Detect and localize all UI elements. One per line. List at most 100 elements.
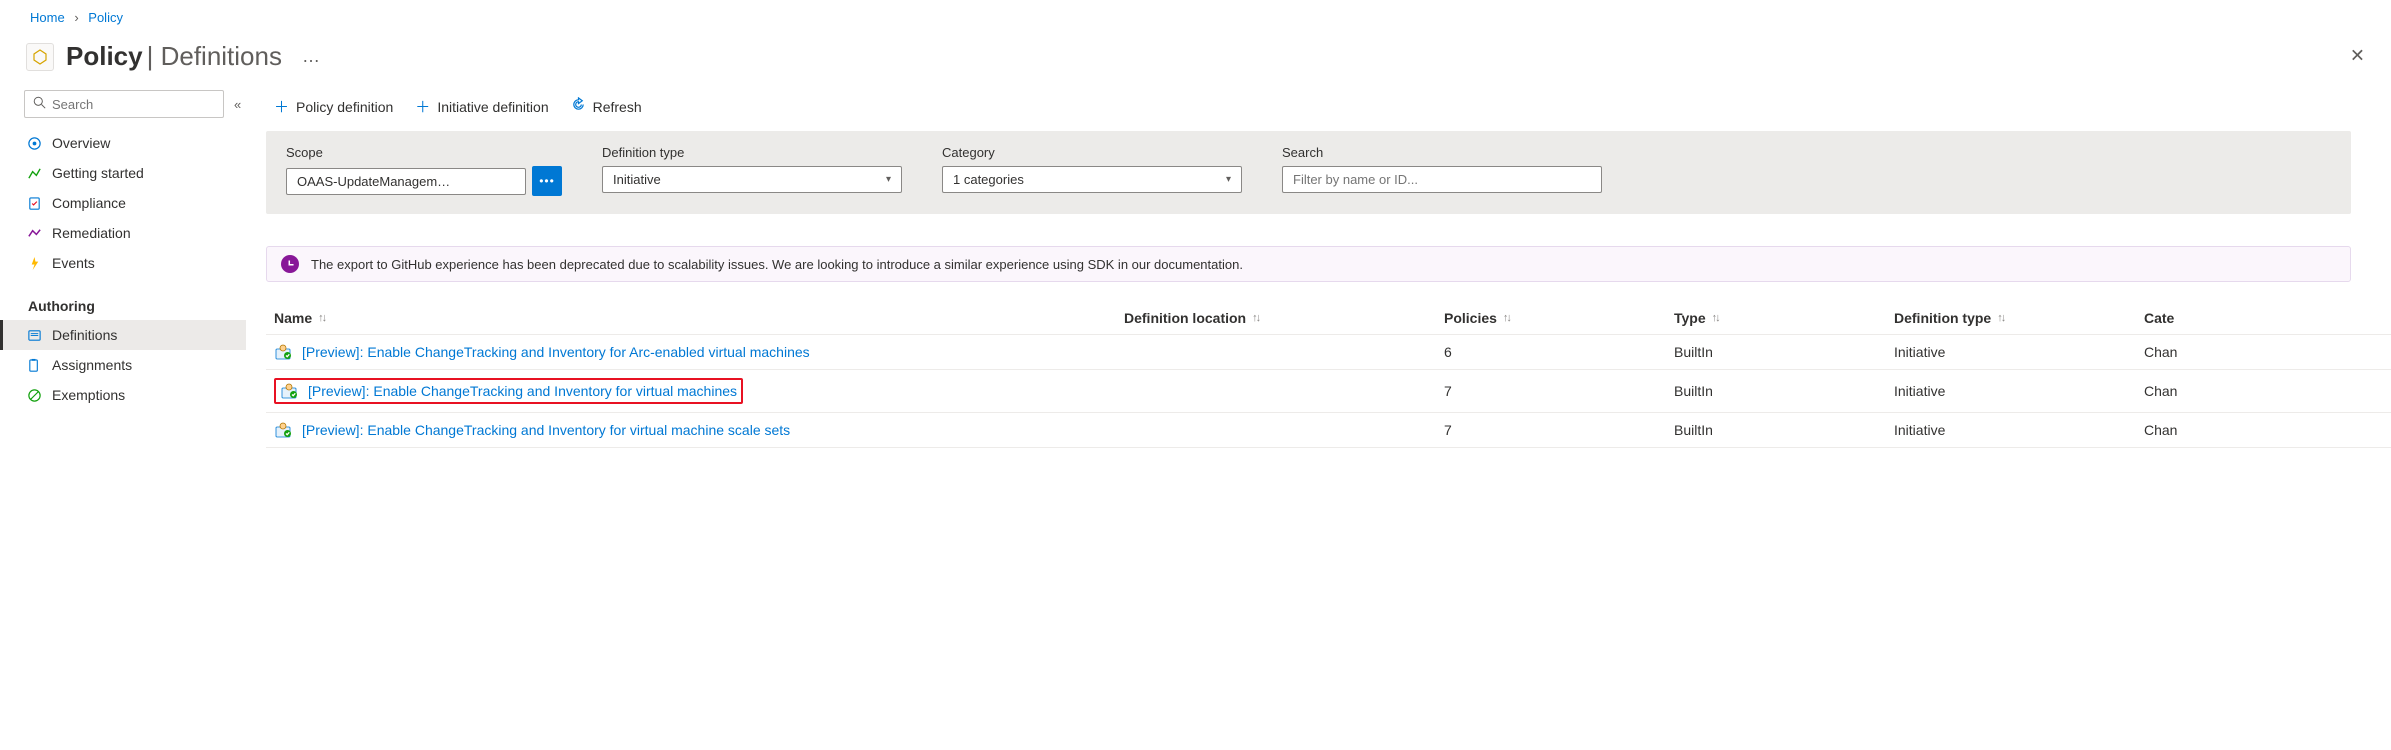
- cell-type: BuiltIn: [1674, 422, 1894, 438]
- scope-value[interactable]: OAAS-UpdateManagem…: [286, 168, 526, 195]
- cell-type: BuiltIn: [1674, 344, 1894, 360]
- events-icon: [26, 255, 42, 271]
- definition-type-dropdown[interactable]: Initiative ▾: [602, 166, 902, 193]
- cell-type: BuiltIn: [1674, 383, 1894, 399]
- content-area: ＋ Policy definition ＋ Initiative definit…: [246, 86, 2391, 448]
- toolbar-label: Policy definition: [296, 99, 393, 115]
- cell-policies: 6: [1444, 344, 1674, 360]
- grid-header: Name↑↓ Definition location↑↓ Policies↑↓ …: [266, 302, 2391, 335]
- policy-icon: [26, 43, 54, 71]
- sidebar-item-compliance[interactable]: Compliance: [0, 188, 246, 218]
- sidebar-item-getting-started[interactable]: Getting started: [0, 158, 246, 188]
- sidebar-search[interactable]: [24, 90, 224, 118]
- plus-icon: ＋: [415, 96, 430, 117]
- table-row[interactable]: [Preview]: Enable ChangeTracking and Inv…: [266, 335, 2391, 370]
- sidebar-item-assignments[interactable]: Assignments: [0, 350, 246, 380]
- deprecation-notice: The export to GitHub experience has been…: [266, 246, 2351, 282]
- sidebar-item-label: Events: [52, 255, 95, 271]
- dropdown-value: 1 categories: [953, 172, 1024, 187]
- col-name[interactable]: Name↑↓: [274, 310, 1124, 326]
- page-title: Policy: [66, 41, 143, 72]
- sidebar-item-label: Getting started: [52, 165, 144, 181]
- filter-bar: Scope OAAS-UpdateManagem… ••• Definition…: [266, 131, 2351, 214]
- sort-icon: ↑↓: [1503, 312, 1510, 324]
- sidebar-item-definitions[interactable]: Definitions: [0, 320, 246, 350]
- cell-category: Chan: [2144, 422, 2304, 438]
- toolbar-label: Refresh: [593, 99, 642, 115]
- sidebar-item-exemptions[interactable]: Exemptions: [0, 380, 246, 410]
- breadcrumb-policy[interactable]: Policy: [88, 10, 123, 25]
- toolbar-label: Initiative definition: [437, 99, 548, 115]
- sidebar-item-label: Compliance: [52, 195, 126, 211]
- getting-started-icon: [26, 165, 42, 181]
- table-row[interactable]: [Preview]: Enable ChangeTracking and Inv…: [266, 413, 2391, 448]
- info-icon: [281, 255, 299, 273]
- definitions-grid: Name↑↓ Definition location↑↓ Policies↑↓ …: [266, 302, 2391, 448]
- refresh-button[interactable]: Refresh: [571, 97, 642, 116]
- search-label: Search: [1282, 145, 1602, 160]
- initiative-icon: [274, 343, 292, 361]
- sidebar-item-events[interactable]: Events: [0, 248, 246, 278]
- sidebar-search-input[interactable]: [52, 97, 215, 112]
- chevron-down-icon: ▾: [1226, 174, 1231, 185]
- definitions-icon: [26, 327, 42, 343]
- sidebar-item-label: Remediation: [52, 225, 131, 241]
- remediation-icon: [26, 225, 42, 241]
- add-policy-definition[interactable]: ＋ Policy definition: [274, 96, 393, 117]
- exemptions-icon: [26, 387, 42, 403]
- sort-icon: ↑↓: [318, 312, 325, 324]
- overview-icon: [26, 135, 42, 151]
- sidebar-collapse[interactable]: «: [230, 93, 245, 116]
- plus-icon: ＋: [274, 96, 289, 117]
- cell-category: Chan: [2144, 344, 2304, 360]
- close-button[interactable]: ✕: [2350, 45, 2365, 66]
- deftype-label: Definition type: [602, 145, 902, 160]
- add-initiative-definition[interactable]: ＋ Initiative definition: [415, 96, 548, 117]
- cell-definition-type: Initiative: [1894, 383, 2144, 399]
- col-category[interactable]: Cate: [2144, 310, 2304, 326]
- col-definition-location[interactable]: Definition location↑↓: [1124, 310, 1444, 326]
- cell-policies: 7: [1444, 383, 1674, 399]
- breadcrumb-home[interactable]: Home: [30, 10, 65, 25]
- breadcrumb-sep: ›: [74, 10, 78, 25]
- ellipsis-icon: •••: [539, 175, 555, 187]
- refresh-icon: [571, 97, 586, 116]
- sort-icon: ↑↓: [1712, 312, 1719, 324]
- compliance-icon: [26, 195, 42, 211]
- sort-icon: ↑↓: [1997, 312, 2004, 324]
- dropdown-value: Initiative: [613, 172, 661, 187]
- sidebar-section-authoring: Authoring: [0, 278, 246, 320]
- category-dropdown[interactable]: 1 categories ▾: [942, 166, 1242, 193]
- category-label: Category: [942, 145, 1242, 160]
- sidebar: « Overview Getting started Compliance Re…: [0, 86, 246, 448]
- page-subtitle: | Definitions: [147, 41, 282, 72]
- page-header: Policy | Definitions … ✕: [0, 25, 2391, 86]
- search-icon: [33, 96, 46, 112]
- col-type[interactable]: Type↑↓: [1674, 310, 1894, 326]
- scope-label: Scope: [286, 145, 562, 160]
- sidebar-item-label: Overview: [52, 135, 110, 151]
- table-row[interactable]: [Preview]: Enable ChangeTracking and Inv…: [266, 370, 2391, 413]
- cell-policies: 7: [1444, 422, 1674, 438]
- col-definition-type[interactable]: Definition type↑↓: [1894, 310, 2144, 326]
- scope-picker-button[interactable]: •••: [532, 166, 562, 196]
- more-actions[interactable]: …: [302, 46, 322, 67]
- sort-icon: ↑↓: [1252, 312, 1259, 324]
- cell-category: Chan: [2144, 383, 2304, 399]
- notice-text: The export to GitHub experience has been…: [311, 257, 1243, 272]
- definition-link[interactable]: [Preview]: Enable ChangeTracking and Inv…: [302, 422, 790, 438]
- cell-definition-type: Initiative: [1894, 422, 2144, 438]
- col-policies[interactable]: Policies↑↓: [1444, 310, 1674, 326]
- filter-search-input[interactable]: [1282, 166, 1602, 193]
- sidebar-item-overview[interactable]: Overview: [0, 128, 246, 158]
- assignments-icon: [26, 357, 42, 373]
- definition-link[interactable]: [Preview]: Enable ChangeTracking and Inv…: [308, 383, 737, 399]
- initiative-icon: [274, 421, 292, 439]
- cell-definition-type: Initiative: [1894, 344, 2144, 360]
- chevron-down-icon: ▾: [886, 174, 891, 185]
- sidebar-item-label: Assignments: [52, 357, 132, 373]
- breadcrumb: Home › Policy: [0, 0, 2391, 25]
- definition-link[interactable]: [Preview]: Enable ChangeTracking and Inv…: [302, 344, 810, 360]
- sidebar-item-remediation[interactable]: Remediation: [0, 218, 246, 248]
- toolbar: ＋ Policy definition ＋ Initiative definit…: [266, 86, 2391, 131]
